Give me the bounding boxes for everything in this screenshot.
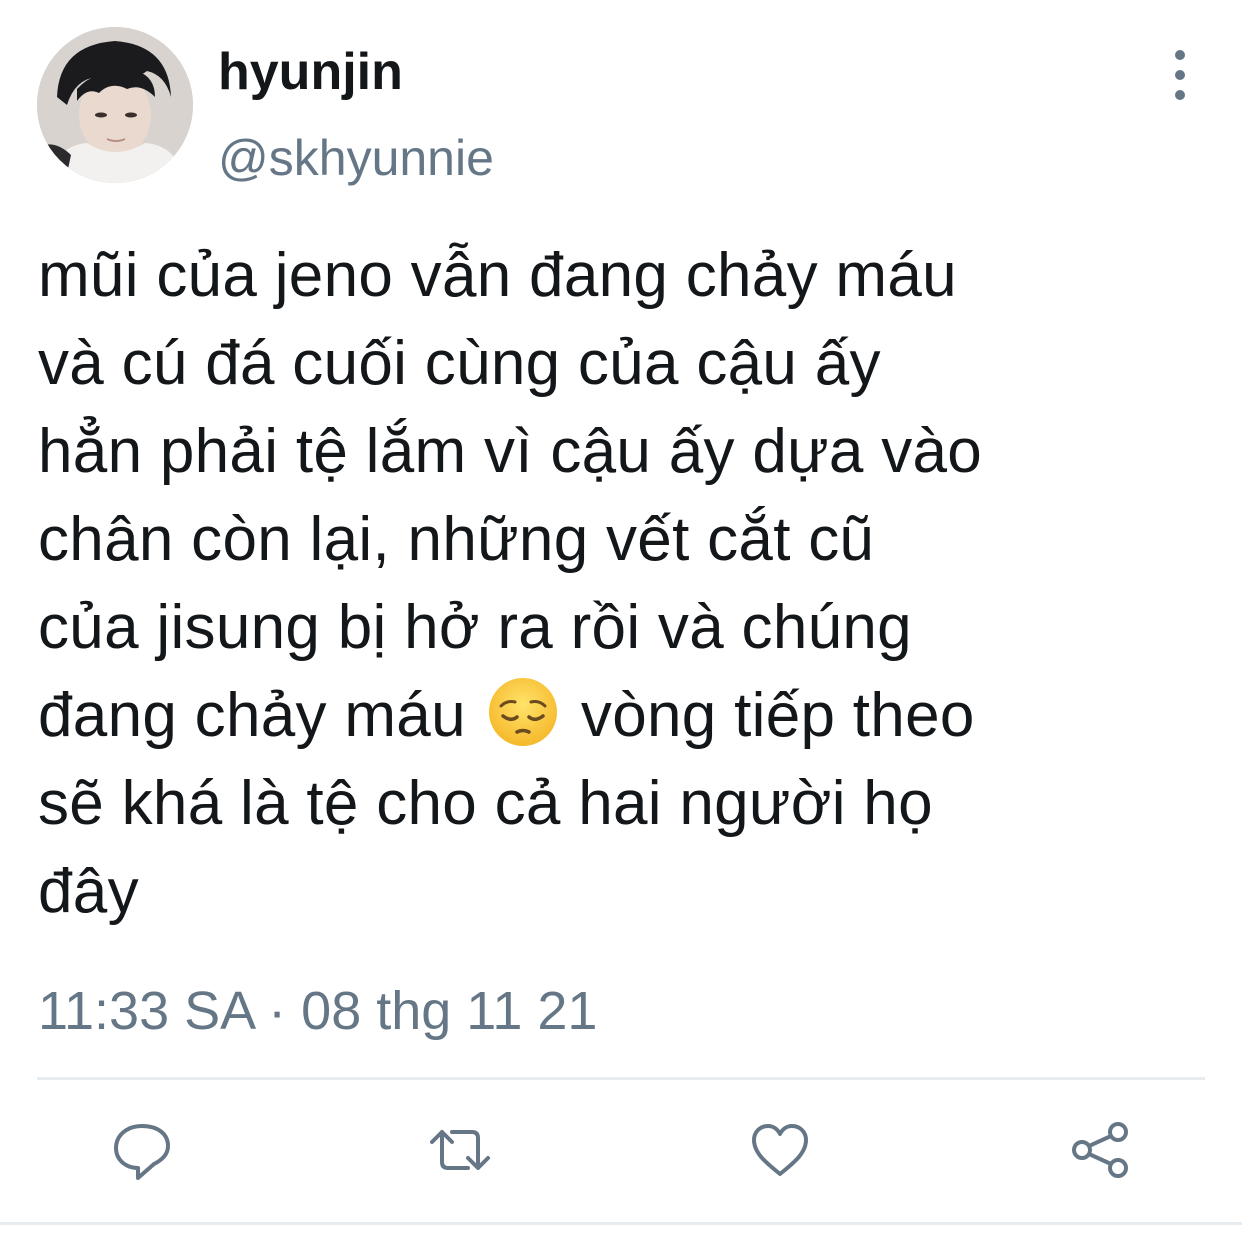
heart-icon bbox=[752, 1124, 808, 1176]
more-dot-icon bbox=[1175, 70, 1185, 80]
tweet-line: hẳn phải tệ lắm vì cậu ấy dựa vào bbox=[38, 417, 983, 486]
retweet-icon bbox=[430, 1130, 490, 1170]
more-options-button[interactable] bbox=[1160, 50, 1200, 100]
avatar[interactable] bbox=[37, 27, 193, 183]
tweet-timestamp[interactable]: 11:33 SA · 08 thg 11 21 bbox=[38, 978, 597, 1044]
tweet-line: đang chảy máu vòng tiếp theo bbox=[38, 672, 1198, 760]
tweet-text: mũi của jeno vẫn đang chảy máu và cú đá … bbox=[38, 232, 1198, 936]
share-button[interactable] bbox=[1068, 1118, 1132, 1182]
display-name[interactable]: hyunjin bbox=[218, 40, 403, 104]
tweet-line: sẽ khá là tệ cho cả hai người họ bbox=[38, 769, 933, 838]
share-icon bbox=[1072, 1122, 1128, 1178]
more-dot-icon bbox=[1175, 50, 1185, 60]
like-button[interactable] bbox=[748, 1118, 812, 1182]
tweet-line-part: vòng tiếp theo bbox=[580, 681, 975, 750]
tweet-line: mũi của jeno vẫn đang chảy máu bbox=[38, 241, 957, 310]
tweet-line: và cú đá cuối cùng của cậu ấy bbox=[38, 329, 881, 398]
pensive-face-emoji bbox=[489, 678, 558, 746]
tweet-line: đây bbox=[38, 857, 139, 926]
divider bbox=[0, 1222, 1242, 1225]
reply-button[interactable] bbox=[110, 1118, 174, 1182]
retweet-button[interactable] bbox=[428, 1118, 492, 1182]
tweet-line: chân còn lại, những vết cắt cũ bbox=[38, 505, 875, 574]
reply-icon bbox=[114, 1124, 170, 1180]
avatar-photo bbox=[37, 27, 193, 183]
user-handle[interactable]: @skhyunnie bbox=[218, 127, 494, 189]
more-dot-icon bbox=[1175, 90, 1185, 100]
tweet-line: của jisung bị hở ra rồi và chúng bbox=[38, 593, 912, 662]
tweet-line-part: đang chảy máu bbox=[38, 681, 466, 750]
divider bbox=[37, 1077, 1205, 1080]
